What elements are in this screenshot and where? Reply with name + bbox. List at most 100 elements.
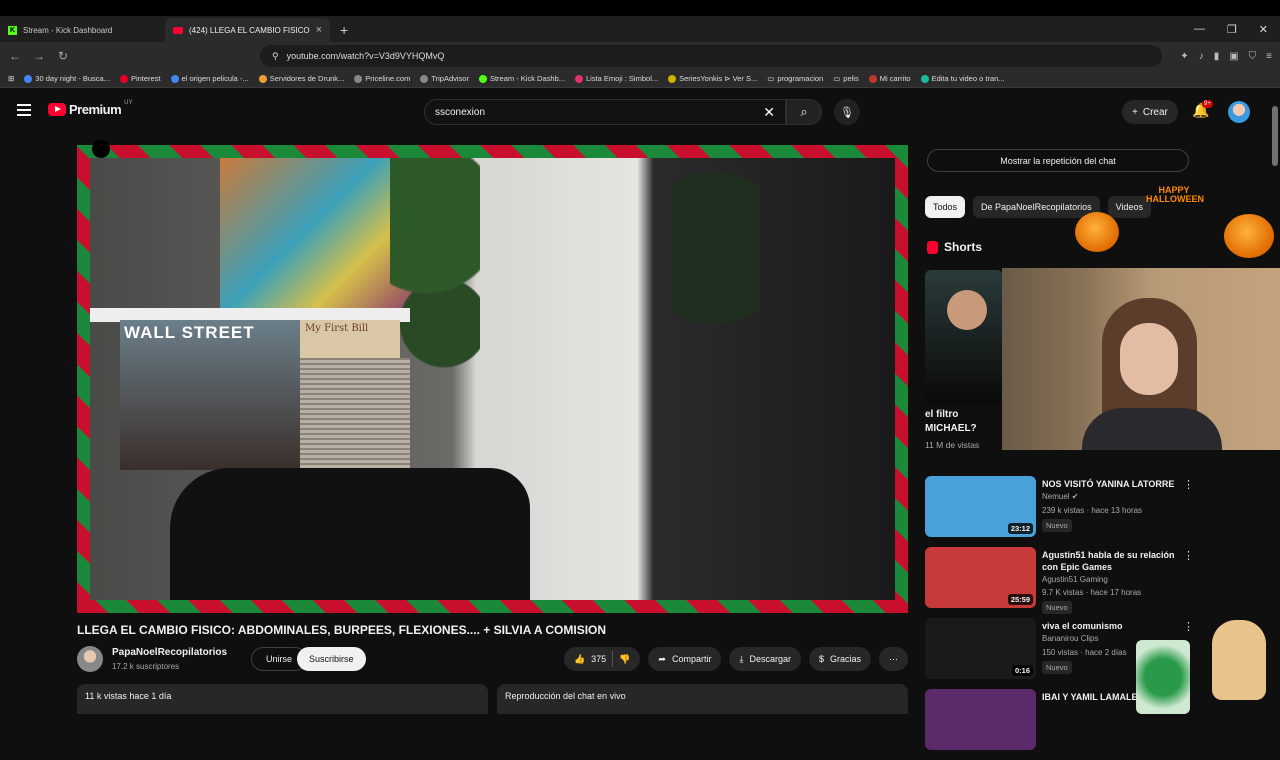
recommendation-item[interactable]: 23:12 NOS VISITÓ YANINA LATORRE Nemuel ✔ 23… bbox=[925, 476, 1195, 547]
more-vert-icon[interactable]: ⋮ bbox=[1183, 478, 1194, 491]
recommendation-meta: 239 k vistas · hace 13 horas bbox=[1042, 506, 1143, 515]
bookmark-item[interactable]: 30 day night - Busca... bbox=[24, 74, 110, 83]
duration-badge: 25:59 bbox=[1007, 594, 1033, 605]
puzzle-icon[interactable]: ✦ bbox=[1180, 51, 1188, 62]
tab-kick-dashboard[interactable]: K Stream - Kick Dashboard bbox=[0, 18, 165, 42]
bookmark-item[interactable]: Servidores de Drunk... bbox=[258, 74, 344, 83]
bookmark-item[interactable]: Priceline.com bbox=[354, 74, 410, 83]
maximize-button[interactable]: ❐ bbox=[1227, 23, 1237, 36]
minimize-button[interactable]: — bbox=[1194, 23, 1205, 35]
search-button[interactable]: ⌕ bbox=[786, 99, 822, 125]
country-code: UY bbox=[124, 100, 133, 106]
ivy-plant bbox=[670, 158, 760, 458]
apps-icon[interactable]: ⊞ bbox=[8, 74, 14, 83]
bookmark-favicon-icon bbox=[24, 74, 33, 83]
hamburger-menu-icon[interactable] bbox=[17, 104, 31, 116]
chat-replay-title: Reproducción del chat en vivo bbox=[505, 691, 626, 701]
recommendation-channel[interactable]: Nemuel ✔ bbox=[1042, 492, 1079, 501]
bookmark-item[interactable]: Pinterest bbox=[119, 74, 161, 83]
url-text[interactable]: youtube.com/watch?v=V3d9VYHQMvQ bbox=[287, 51, 1151, 61]
sidebar-icon[interactable]: ▮ bbox=[1214, 51, 1220, 62]
show-chat-replay-button[interactable]: Mostrar la repetición del chat bbox=[927, 149, 1189, 172]
download-icon: ⤓ bbox=[739, 653, 744, 664]
tab-title: (424) LLEGA EL CAMBIO FISICO... bbox=[189, 25, 310, 35]
recommendation-thumbnail[interactable]: 25:59 bbox=[925, 547, 1036, 608]
like-count[interactable]: 375 bbox=[591, 654, 606, 664]
music-icon[interactable]: ♪ bbox=[1199, 51, 1204, 62]
reload-icon[interactable]: ↻ bbox=[56, 49, 70, 63]
bookmark-item[interactable]: Stream - Kick Dashb... bbox=[478, 74, 565, 83]
create-label: Crear bbox=[1142, 106, 1168, 118]
clear-search-icon[interactable]: ✕ bbox=[763, 104, 775, 121]
search-input[interactable] bbox=[435, 106, 764, 118]
shield-icon[interactable]: ⛉ bbox=[1249, 51, 1257, 62]
webcam-overlay bbox=[1002, 268, 1280, 450]
recommendation-channel[interactable]: Bananirou Clips bbox=[1042, 634, 1098, 643]
recommendation-thumbnail[interactable]: 23:12 bbox=[925, 476, 1036, 537]
chip-channel[interactable]: De PapaNoelRecopilatorios bbox=[973, 196, 1100, 218]
bookmark-label: TripAdvisor bbox=[431, 74, 469, 83]
bookmark-item[interactable]: Edita tu video o tran... bbox=[920, 74, 1005, 83]
bookmark-label: Lista Emoji : Simbol... bbox=[586, 74, 659, 83]
recommendation-item[interactable]: 25:59 Agustin51 habla de su relación con … bbox=[925, 547, 1195, 618]
youtube-premium-logo[interactable]: Premium UY bbox=[48, 100, 133, 117]
channel-avatar[interactable] bbox=[77, 646, 103, 672]
more-vert-icon[interactable]: ⋮ bbox=[1183, 620, 1194, 633]
share-icon: ➦ bbox=[658, 653, 666, 664]
bookmark-item[interactable]: ▭ programacion bbox=[767, 74, 823, 83]
new-tab-button[interactable]: + bbox=[330, 18, 358, 42]
menu-icon[interactable]: ≡ bbox=[1266, 51, 1272, 62]
chip-videos[interactable]: Videos bbox=[1107, 196, 1151, 218]
back-icon[interactable]: ← bbox=[8, 49, 22, 63]
account-avatar[interactable] bbox=[1228, 101, 1250, 123]
bookmark-item[interactable]: TripAdvisor bbox=[420, 74, 469, 83]
wallet-icon[interactable]: ▣ bbox=[1229, 51, 1238, 62]
create-button[interactable]: + Crear bbox=[1122, 100, 1178, 124]
url-bar[interactable]: ⚲ youtube.com/watch?v=V3d9VYHQMvQ bbox=[260, 45, 1163, 67]
bookmark-label: programacion bbox=[777, 74, 824, 83]
bookmark-item[interactable]: ▭ pelis bbox=[833, 74, 859, 83]
recommendation-title[interactable]: viva el comunismo bbox=[1042, 620, 1182, 632]
share-label: Compartir bbox=[671, 654, 712, 664]
bookmark-item[interactable]: SeriesYonkis ⊳ Ver S... bbox=[668, 74, 757, 83]
share-button[interactable]: ➦ Compartir bbox=[648, 647, 722, 671]
more-vert-icon[interactable]: ⋮ bbox=[1183, 549, 1194, 562]
channel-name[interactable]: PapaNoelRecopilatorios bbox=[112, 647, 227, 658]
recommendation-title[interactable]: Agustin51 habla de su relación con Epic … bbox=[1042, 549, 1182, 573]
page-scrollbar[interactable] bbox=[1272, 96, 1278, 706]
close-tab-icon[interactable]: × bbox=[316, 24, 322, 36]
close-window-button[interactable]: ✕ bbox=[1259, 23, 1268, 36]
site-info-icon[interactable]: ⚲ bbox=[272, 51, 279, 62]
video-frame[interactable]: WALL STREET My First Bill bbox=[90, 158, 895, 600]
bookmark-item[interactable]: Lista Emoji : Simbol... bbox=[575, 74, 658, 83]
more-icon: ⋯ bbox=[889, 653, 898, 664]
bookmark-label: SeriesYonkis ⊳ Ver S... bbox=[679, 74, 758, 83]
thanks-button[interactable]: $ Gracias bbox=[808, 647, 871, 671]
like-icon[interactable]: 👍 bbox=[574, 654, 585, 665]
bookmark-item[interactable]: el origen pelicula -... bbox=[170, 74, 249, 83]
recommendation-channel[interactable]: Agustin51 Gaming bbox=[1042, 575, 1108, 584]
recommendation-thumbnail[interactable]: 0:16 bbox=[925, 618, 1036, 679]
bookmark-favicon-icon bbox=[868, 74, 877, 83]
video-player[interactable]: WALL STREET My First Bill bbox=[77, 145, 908, 613]
short-title[interactable]: el filtro MICHAEL? bbox=[925, 408, 1000, 436]
poster2-text: My First Bill bbox=[305, 323, 369, 334]
description-box[interactable]: 11 k vistas hace 1 día bbox=[77, 684, 488, 714]
tab-youtube-video[interactable]: (424) LLEGA EL CAMBIO FISICO... × bbox=[165, 18, 330, 42]
forward-icon[interactable]: → bbox=[32, 49, 46, 63]
dislike-icon[interactable]: 👎 bbox=[619, 654, 630, 665]
bookmark-item[interactable]: Mi carrito bbox=[868, 74, 911, 83]
tab-title: Stream - Kick Dashboard bbox=[23, 25, 113, 35]
window-controls: — ❐ ✕ bbox=[1194, 16, 1280, 42]
scrollbar-thumb[interactable] bbox=[1272, 106, 1278, 166]
short-thumbnail[interactable] bbox=[925, 270, 1003, 404]
recommendation-title[interactable]: NOS VISITÓ YANINA LATORRE bbox=[1042, 478, 1182, 490]
chat-replay-panel[interactable]: Reproducción del chat en vivo bbox=[497, 684, 908, 714]
download-button[interactable]: ⤓ Descargar bbox=[729, 647, 801, 671]
shorts-header: Shorts bbox=[927, 240, 982, 254]
short-face bbox=[947, 290, 987, 330]
chip-all[interactable]: Todos bbox=[925, 196, 966, 218]
more-actions-button[interactable]: ⋯ bbox=[879, 647, 908, 671]
subscribe-button[interactable]: Suscribirse bbox=[297, 647, 366, 671]
voice-search-button[interactable]: 🎙 bbox=[834, 99, 860, 125]
